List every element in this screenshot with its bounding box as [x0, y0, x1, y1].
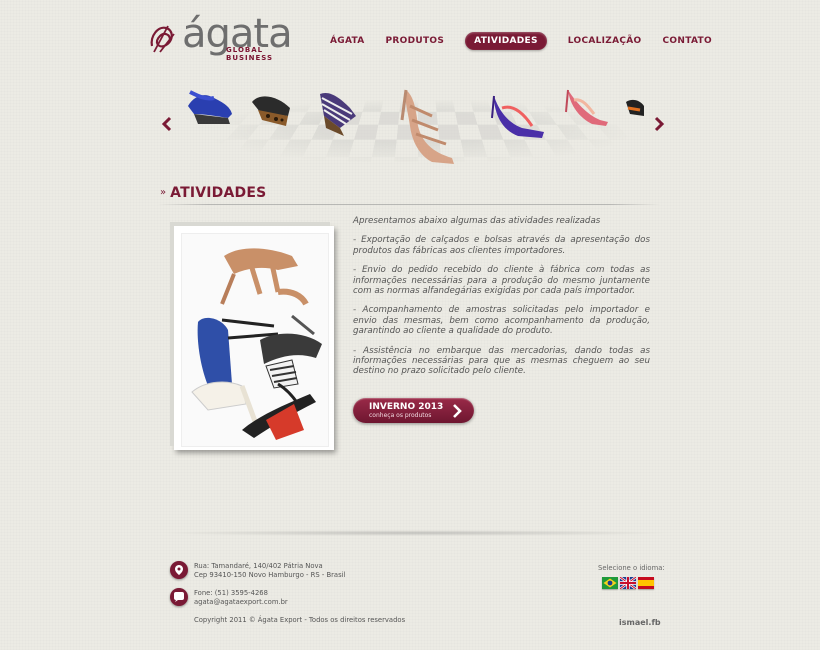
cta-subtitle: conheça os produtos: [369, 412, 432, 419]
map-pin-icon: [170, 561, 188, 579]
email-link[interactable]: agata@agataexport.com.br: [194, 598, 288, 607]
cta-title: INVERNO 2013: [369, 402, 444, 412]
brazil-flag-icon[interactable]: [602, 577, 618, 589]
nav-item-contato[interactable]: CONTATO: [663, 36, 712, 46]
brand-tagline: GLOBAL BUSINESS: [226, 46, 274, 62]
footer-contact: Fone: (51) 3595-4268 agata@agataexport.c…: [194, 589, 288, 606]
title-divider: [158, 204, 660, 205]
section-title-text: ATIVIDADES: [170, 185, 267, 201]
shoe-thumbnail[interactable]: [392, 86, 466, 166]
footer-divider: [158, 530, 672, 536]
shoe-thumbnail[interactable]: [248, 86, 296, 128]
developer-credit[interactable]: ismael.fb: [619, 618, 661, 627]
activity-item: - Acompanhamento de amostras solicitadas…: [353, 305, 650, 337]
chat-bubble-icon: [170, 588, 188, 606]
activities-text: Apresentamos abaixo algumas das atividad…: [353, 216, 650, 386]
copyright-text: Copyright 2011 © Ágata Export - Todos os…: [194, 616, 406, 624]
main-nav: ÁGATA PRODUTOS ATIVIDADES LOCALIZAÇÃO CO…: [320, 32, 712, 50]
chevron-right-icon[interactable]: [652, 116, 666, 132]
shoe-thumbnail[interactable]: [562, 84, 610, 130]
language-label: Selecione o idioma:: [598, 564, 665, 572]
activity-item: - Exportação de calçados e bolsas atravé…: [353, 235, 650, 256]
phone-text: Fone: (51) 3595-4268: [194, 589, 268, 597]
inverno-2013-button[interactable]: INVERNO 2013 conheça os produtos: [353, 398, 474, 423]
footer-address: Rua: Tamandaré, 140/402 Pátria Nova Cep …: [194, 562, 345, 579]
agata-logo-icon: [150, 25, 175, 53]
address-line-1: Rua: Tamandaré, 140/402 Pátria Nova: [194, 562, 323, 570]
activity-item: - Assistência no embarque das mercadoria…: [353, 345, 650, 377]
nav-item-atividades[interactable]: ATIVIDADES: [465, 32, 547, 50]
brand-logo[interactable]: ágata GLOBAL BUSINESS: [146, 14, 293, 75]
product-photo-frame: [174, 226, 334, 450]
shoe-thumbnail[interactable]: [184, 84, 236, 128]
shoe-thumbnail[interactable]: [624, 94, 646, 120]
section-title: » ATIVIDADES: [160, 182, 266, 201]
shoe-thumbnail[interactable]: [488, 88, 548, 140]
double-chevron-right-icon: »: [160, 187, 167, 198]
shoe-thumbnail[interactable]: [310, 84, 364, 138]
address-line-2: Cep 93410-150 Novo Hamburgo - RS - Brasi…: [194, 570, 346, 579]
shoes-collage-image: [181, 233, 329, 447]
activity-item: - Envio do pedido recebido do cliente à …: [353, 265, 650, 297]
product-carousel: [158, 82, 668, 177]
chevron-right-icon: [453, 404, 462, 418]
chevron-left-icon[interactable]: [160, 116, 174, 132]
nav-item-produtos[interactable]: PRODUTOS: [386, 36, 445, 46]
nav-item-agata[interactable]: ÁGATA: [330, 36, 365, 46]
intro-paragraph: Apresentamos abaixo algumas das atividad…: [353, 216, 601, 226]
spain-flag-icon[interactable]: [638, 577, 654, 589]
nav-item-localizacao[interactable]: LOCALIZAÇÃO: [568, 36, 642, 46]
uk-flag-icon[interactable]: [620, 577, 636, 589]
